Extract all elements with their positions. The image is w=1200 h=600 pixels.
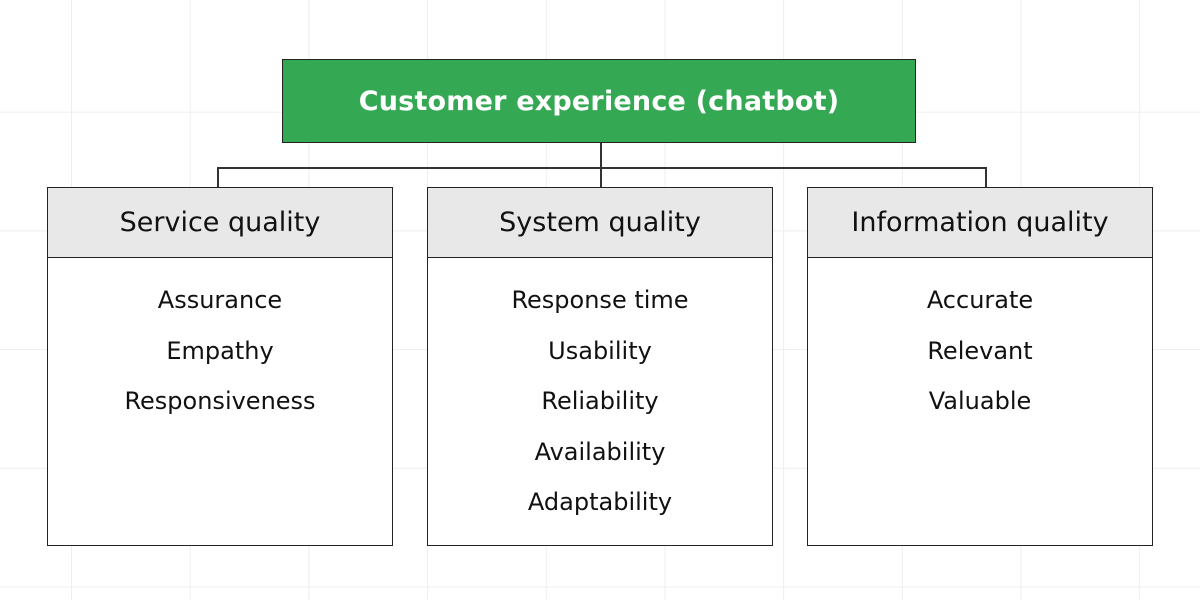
category-items: Accurate Relevant Valuable [808, 258, 1152, 427]
list-item: Assurance [157, 286, 283, 314]
category-items: Response time Usability Reliability Avai… [428, 258, 772, 528]
list-item: Adaptability [527, 488, 673, 516]
category-items: Assurance Empathy Responsiveness [48, 258, 392, 427]
category-card-information-quality: Information quality Accurate Relevant Va… [807, 187, 1153, 546]
list-item: Availability [534, 437, 666, 466]
connector-left-drop [217, 167, 219, 187]
list-item: Relevant [927, 336, 1033, 365]
category-card-system-quality: System quality Response time Usability R… [427, 187, 773, 546]
list-item: Valuable [928, 387, 1032, 415]
category-title: System quality [428, 188, 772, 258]
list-item: Usability [548, 336, 652, 365]
category-title: Service quality [48, 188, 392, 258]
connector-root-stem [600, 143, 602, 187]
connector-horizontal [217, 167, 986, 169]
category-card-service-quality: Service quality Assurance Empathy Respon… [47, 187, 393, 546]
list-item: Responsiveness [124, 387, 316, 415]
list-item: Reliability [541, 387, 659, 415]
category-title: Information quality [808, 188, 1152, 258]
list-item: Accurate [926, 286, 1034, 314]
list-item: Response time [511, 286, 689, 314]
list-item: Empathy [166, 336, 274, 365]
root-label: Customer experience (chatbot) [358, 85, 840, 117]
root-node: Customer experience (chatbot) [282, 59, 916, 143]
connector-right-drop [985, 167, 987, 187]
